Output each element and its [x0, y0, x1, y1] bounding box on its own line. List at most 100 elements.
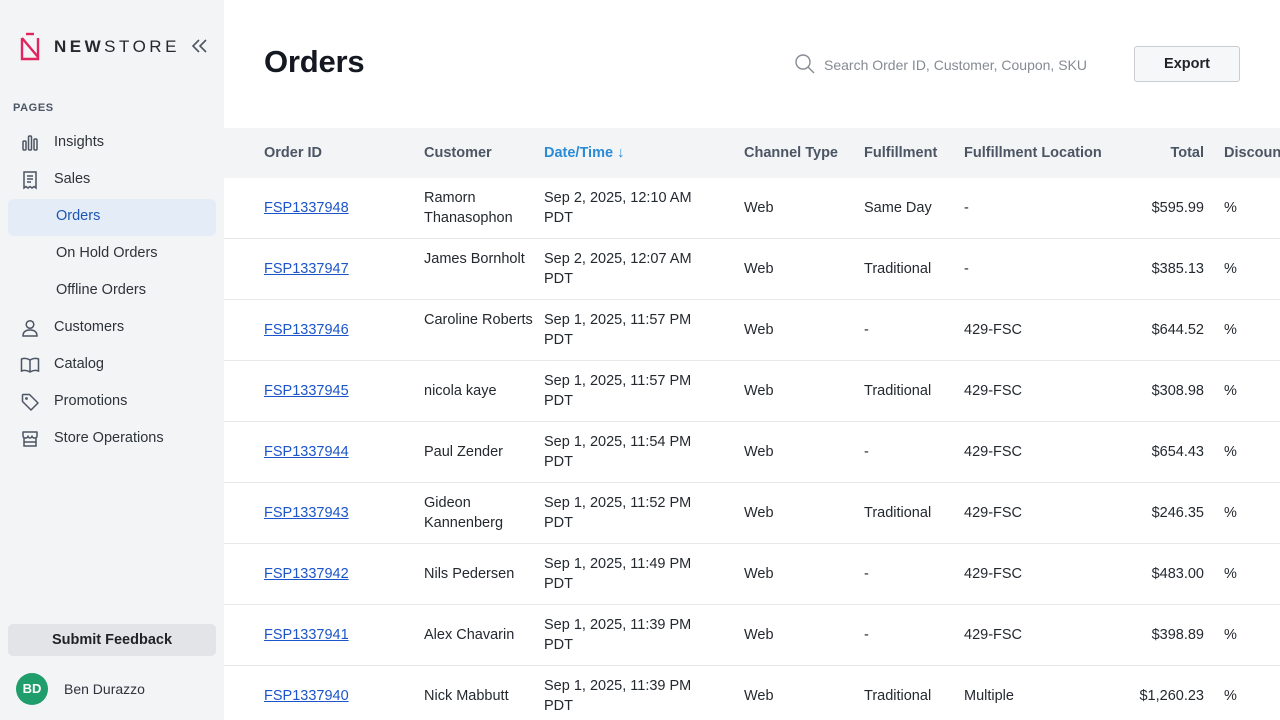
store-icon	[22, 431, 38, 447]
fulfillment: -	[864, 566, 869, 582]
fulfillment: -	[864, 322, 869, 338]
sidebar-item-insights[interactable]: Insights	[8, 125, 216, 161]
search-box[interactable]	[792, 50, 1112, 80]
order-id-link[interactable]: FSP1337946	[264, 320, 349, 340]
receipt-icon	[23, 171, 37, 190]
customer-name: Nick Mabbutt	[424, 688, 509, 704]
fulfillment: Same Day	[864, 200, 932, 216]
order-id-link[interactable]: FSP1337947	[264, 259, 349, 279]
order-id-link[interactable]: FSP1337942	[264, 564, 349, 584]
order-id-link[interactable]: FSP1337944	[264, 442, 349, 462]
table-row[interactable]: FSP1337945 nicola kaye Sep 1, 2025, 11:5…	[224, 361, 1280, 422]
order-discount: %	[1224, 688, 1237, 704]
order-total: $398.89	[1151, 627, 1204, 643]
channel-type: Web	[744, 261, 774, 277]
brand-logo-link[interactable]: NEWSTORE	[18, 32, 180, 62]
order-total: $308.98	[1151, 383, 1204, 399]
sidebar-item-orders[interactable]: Orders	[8, 199, 216, 236]
order-id-link[interactable]: FSP1337943	[264, 503, 349, 523]
table-row[interactable]: FSP1337941 Alex Chavarin Sep 1, 2025, 11…	[224, 605, 1280, 666]
customer-name: James Bornholt	[424, 251, 525, 267]
channel-type: Web	[744, 200, 774, 216]
order-discount: %	[1224, 383, 1237, 399]
user-icon	[22, 319, 38, 337]
fulfillment-location: 429-FSC	[964, 627, 1023, 643]
fulfillment: Traditional	[864, 505, 932, 521]
order-datetime: Sep 1, 2025, 11:57 PM PDT	[544, 373, 692, 409]
customer-name: nicola kaye	[424, 383, 497, 399]
fulfillment-location: 429-FSC	[964, 444, 1023, 460]
fulfillment: -	[864, 444, 869, 460]
column-header-fulfillment[interactable]: Fulfillment	[864, 145, 937, 161]
order-datetime: Sep 1, 2025, 11:49 PM PDT	[544, 556, 692, 592]
column-header-fulfillment-location[interactable]: Fulfillment Location	[964, 145, 1102, 161]
channel-type: Web	[744, 627, 774, 643]
main-content: Orders Export Order ID Customer Date/Tim…	[224, 0, 1280, 720]
column-header-datetime-sorted[interactable]: Date/Time ↓	[544, 145, 624, 161]
column-header-discount[interactable]: Discoun	[1224, 145, 1280, 161]
table-row[interactable]: FSP1337946 Caroline Roberts Sep 1, 2025,…	[224, 300, 1280, 361]
table-row[interactable]: FSP1337948 Ramorn Thanasophon Sep 2, 202…	[224, 178, 1280, 239]
sidebar-item-label: Insights	[54, 134, 104, 150]
order-id-link[interactable]: FSP1337945	[264, 381, 349, 401]
customer-name: Ramorn Thanasophon	[424, 190, 513, 226]
sidebar-item-offline-orders[interactable]: Offline Orders	[8, 273, 216, 309]
sidebar-item-on-hold-orders[interactable]: On Hold Orders	[8, 236, 216, 272]
table-row[interactable]: FSP1337944 Paul Zender Sep 1, 2025, 11:5…	[224, 422, 1280, 483]
order-discount: %	[1224, 505, 1237, 521]
sidebar-item-label: Customers	[54, 319, 125, 335]
search-icon	[795, 54, 815, 74]
order-datetime: Sep 2, 2025, 12:10 AM PDT	[544, 190, 692, 226]
sidebar-item-customers[interactable]: Customers	[8, 310, 216, 346]
sidebar-item-label: On Hold Orders	[56, 245, 158, 261]
sidebar: NEWSTORE PAGES Insights Sales Orders On …	[0, 0, 224, 720]
collapse-sidebar-icon[interactable]	[190, 36, 210, 56]
order-total: $385.13	[1151, 261, 1204, 277]
avatar: BD	[16, 673, 48, 705]
order-total: $483.00	[1151, 566, 1204, 582]
newstore-logo-icon	[20, 32, 40, 61]
column-header-customer[interactable]: Customer	[424, 145, 492, 161]
table-row[interactable]: FSP1337943 Gideon Kannenberg Sep 1, 2025…	[224, 483, 1280, 544]
search-input[interactable]	[824, 53, 1104, 77]
order-discount: %	[1224, 444, 1237, 460]
order-id-link[interactable]: FSP1337941	[264, 625, 349, 645]
fulfillment: -	[864, 627, 869, 643]
submit-feedback-button[interactable]: Submit Feedback	[8, 624, 216, 656]
customer-name: Paul Zender	[424, 444, 503, 460]
channel-type: Web	[744, 566, 774, 582]
column-header-channel-type[interactable]: Channel Type	[744, 145, 838, 161]
order-total: $654.43	[1151, 444, 1204, 460]
channel-type: Web	[744, 383, 774, 399]
order-discount: %	[1224, 322, 1237, 338]
channel-type: Web	[744, 505, 774, 521]
sidebar-item-label: Orders	[56, 208, 101, 224]
bar-chart-icon	[22, 135, 38, 151]
order-datetime: Sep 1, 2025, 11:54 PM PDT	[544, 434, 692, 470]
sidebar-item-sales[interactable]: Sales	[8, 162, 216, 198]
order-id-link[interactable]: FSP1337940	[264, 686, 349, 706]
sidebar-item-store-operations[interactable]: Store Operations	[8, 421, 216, 457]
order-datetime: Sep 1, 2025, 11:52 PM PDT	[544, 495, 692, 531]
column-header-total[interactable]: Total	[1104, 145, 1204, 161]
fulfillment-location: 429-FSC	[964, 566, 1023, 582]
table-row[interactable]: FSP1337940 Nick Mabbutt Sep 1, 2025, 11:…	[224, 666, 1280, 720]
channel-type: Web	[744, 444, 774, 460]
customer-name: Gideon Kannenberg	[424, 495, 504, 531]
sidebar-item-label: Offline Orders	[56, 282, 146, 298]
order-total: $1,260.23	[1139, 688, 1204, 704]
order-discount: %	[1224, 261, 1237, 277]
order-datetime: Sep 1, 2025, 11:39 PM PDT	[544, 617, 692, 653]
fulfillment-location: Multiple	[964, 688, 1014, 704]
user-profile[interactable]: BD Ben Durazzo	[16, 673, 145, 705]
export-button[interactable]: Export	[1134, 46, 1240, 82]
order-discount: %	[1224, 627, 1237, 643]
order-id-link[interactable]: FSP1337948	[264, 198, 349, 218]
column-header-order-id[interactable]: Order ID	[264, 145, 322, 161]
book-icon	[20, 357, 40, 373]
sidebar-item-catalog[interactable]: Catalog	[8, 347, 216, 383]
table-row[interactable]: FSP1337947 James Bornholt Sep 2, 2025, 1…	[224, 239, 1280, 300]
fulfillment: Traditional	[864, 383, 932, 399]
sidebar-item-promotions[interactable]: Promotions	[8, 384, 216, 420]
table-row[interactable]: FSP1337942 Nils Pedersen Sep 1, 2025, 11…	[224, 544, 1280, 605]
